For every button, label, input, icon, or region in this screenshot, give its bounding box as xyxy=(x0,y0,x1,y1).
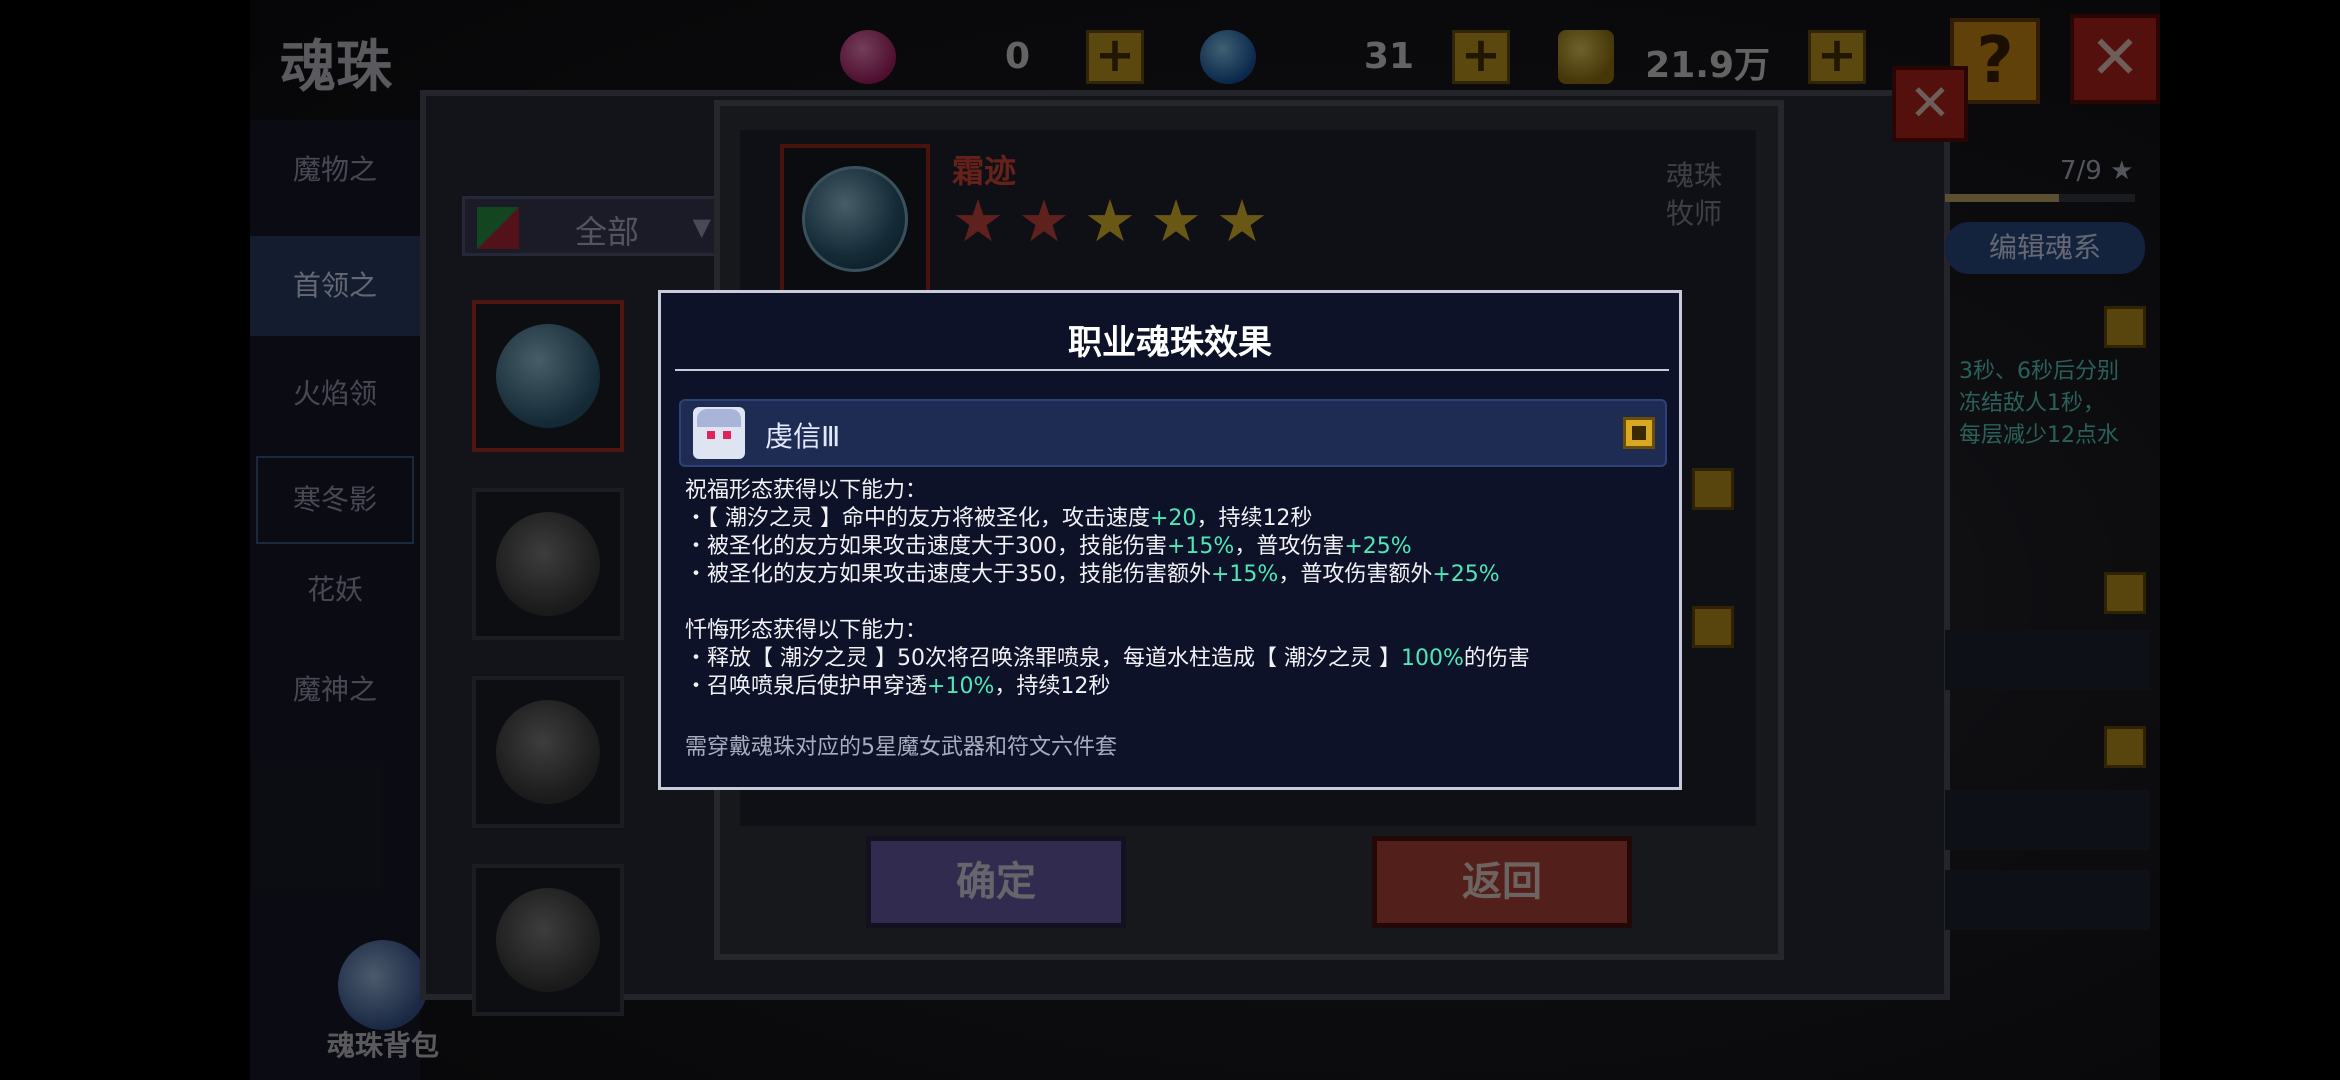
effect-text: ，普攻伤害 xyxy=(1234,534,1345,559)
info-box xyxy=(1945,790,2150,850)
effect-line: 冻结敌人1秒， xyxy=(1959,391,2105,416)
sidebar-item-selected[interactable]: 首领之 xyxy=(250,236,420,336)
category-sidebar: 魔物之 首领之 火焰领 寒冬影 花妖 魔神之 xyxy=(250,120,420,1080)
filter-color-icon xyxy=(477,207,519,249)
sidebar-item[interactable]: 火焰领 xyxy=(250,344,420,444)
effect-line: ・被圣化的友方如果攻击速度大于300，技能伤害+15%，普攻伤害+25% xyxy=(685,533,1665,561)
star-icon: ★ xyxy=(1216,187,1268,255)
effect-text: ・被圣化的友方如果攻击速度大于300，技能伤害 xyxy=(685,534,1167,559)
soul-slot[interactable] xyxy=(472,676,624,828)
add-blue-gem-button[interactable]: + xyxy=(1452,30,1510,84)
gold-coin-icon xyxy=(1558,30,1614,84)
effect-text: ，普攻伤害额外 xyxy=(1278,562,1433,587)
avatar xyxy=(693,407,745,459)
effect-name: 虔信Ⅲ xyxy=(765,420,841,453)
add-pink-gem-button[interactable]: + xyxy=(1086,30,1144,84)
soul-slot[interactable] xyxy=(472,864,624,1016)
sidebar-item[interactable]: 魔物之 xyxy=(250,120,420,220)
close-button[interactable]: ✕ xyxy=(2070,14,2160,104)
soul-name: 霜迹 xyxy=(952,152,1017,190)
add-gold-button[interactable]: + xyxy=(1808,30,1866,84)
section-lines: ・【 潮汐之灵 】命中的友方将被圣化，攻击速度+20，持续12秒 ・被圣化的友方如… xyxy=(685,505,1665,589)
soul-bag-icon xyxy=(338,940,428,1030)
filter-label: 全部 xyxy=(575,213,640,251)
currency-value: 21.9万 xyxy=(1645,45,1770,86)
highlight-value: +25% xyxy=(1432,562,1500,587)
currency-blue: 31 + xyxy=(1190,30,1510,84)
highlight-value: +20 xyxy=(1150,506,1197,531)
sidebar-item[interactable]: 花妖 xyxy=(250,540,420,640)
back-button[interactable]: 返回 xyxy=(1372,836,1632,928)
highlight-value: +15% xyxy=(1167,534,1235,559)
lock-icon xyxy=(1692,606,1734,648)
filter-dropdown[interactable]: 全部 ▼ xyxy=(462,196,724,256)
soul-orb-icon xyxy=(496,700,600,804)
section-title: 忏悔形态获得以下能力： xyxy=(685,618,928,643)
effect-text: ・召唤喷泉后使护甲穿透 xyxy=(685,674,928,699)
edit-soul-system-button[interactable]: 编辑魂系 xyxy=(1945,222,2145,274)
effect-header: 虔信Ⅲ xyxy=(679,399,1667,467)
soul-type: 魂珠 xyxy=(1666,159,1723,192)
effect-text: ・【 潮汐之灵 】命中的友方将被圣化，攻击速度 xyxy=(685,506,1150,531)
star-icon: ★ xyxy=(1018,187,1070,255)
soul-orb-icon xyxy=(496,324,600,428)
soul-orb-icon xyxy=(802,166,908,272)
effect-text: 3秒、6秒后分别 冻结敌人1秒， 每层减少12点水 xyxy=(1959,356,2119,452)
effect-line: ・被圣化的友方如果攻击速度大于350，技能伤害额外+15%，普攻伤害额外+25% xyxy=(685,561,1665,589)
section-title: 祝福形态获得以下能力： xyxy=(685,478,928,503)
highlight-value: 100% xyxy=(1400,646,1464,671)
effect-text: ，持续12秒 xyxy=(994,674,1111,699)
currency-gold: 21.9万 + xyxy=(1556,30,1866,86)
effect-line: 每层减少12点水 xyxy=(1959,423,2119,448)
effect-line: 3秒、6秒后分别 xyxy=(1959,359,2119,384)
lock-icon xyxy=(2104,306,2146,348)
star-progress: 7/9 ★ xyxy=(2060,156,2134,186)
effect-text: ・释放【 潮汐之灵 】50次将召唤涤罪喷泉，每道水柱造成【 潮汐之灵 】 xyxy=(685,646,1401,671)
currency-value: 31 xyxy=(1363,36,1414,77)
soul-slot[interactable] xyxy=(472,300,624,452)
dialog-title: 职业魂珠效果 xyxy=(1068,323,1272,363)
soul-bag-label: 魂珠背包 xyxy=(326,1029,439,1062)
lock-icon xyxy=(1692,468,1734,510)
star-icon: ★ xyxy=(1084,187,1136,255)
highlight-value: +15% xyxy=(1211,562,1279,587)
highlight-value: +10% xyxy=(927,674,995,699)
requirement-note: 需穿戴魂珠对应的5星魔女武器和符文六件套 xyxy=(685,735,1117,760)
divider xyxy=(675,369,1669,371)
info-box xyxy=(1945,630,2150,690)
effect-line: ・召唤喷泉后使护甲穿透+10%，持续12秒 xyxy=(685,673,1665,701)
effect-line: ・释放【 潮汐之灵 】50次将召唤涤罪喷泉，每道水柱造成【 潮汐之灵 】100%… xyxy=(685,645,1665,673)
effect-text: ・被圣化的友方如果攻击速度大于350，技能伤害额外 xyxy=(685,562,1211,587)
star-icon: ★ xyxy=(952,187,1004,255)
star-icon: ★ xyxy=(1150,187,1202,255)
lock-icon xyxy=(2104,726,2146,768)
sidebar-item[interactable]: 寒冬影 xyxy=(250,450,420,550)
blue-gem-icon xyxy=(1200,30,1256,84)
progress-bar xyxy=(1945,194,2135,202)
lock-icon xyxy=(2104,572,2146,614)
section-lines: ・释放【 潮汐之灵 】50次将召唤涤罪喷泉，每道水柱造成【 潮汐之灵 】100%… xyxy=(685,645,1665,701)
effect-text: 的伤害 xyxy=(1463,646,1530,671)
effect-text: ，持续12秒 xyxy=(1196,506,1313,531)
sidebar-item[interactable]: 魔神之 xyxy=(250,640,420,740)
close-detail-button[interactable]: ✕ xyxy=(1892,66,1968,142)
soul-orb-frame xyxy=(780,144,930,294)
highlight-value: +25% xyxy=(1344,534,1412,559)
confirm-button[interactable]: 确定 xyxy=(866,836,1126,928)
currency-value: 0 xyxy=(1004,36,1030,77)
chevron-down-icon: ▼ xyxy=(692,213,711,241)
effect-line: ・【 潮汐之灵 】命中的友方将被圣化，攻击速度+20，持续12秒 xyxy=(685,505,1665,533)
currency-pink: 0 + xyxy=(830,30,1144,84)
soul-slot[interactable] xyxy=(472,488,624,640)
soul-orb-icon xyxy=(496,888,600,992)
soul-effect-dialog: 职业魂珠效果 虔信Ⅲ 祝福形态获得以下能力： ・【 潮汐之灵 】命中的友方将被圣… xyxy=(658,290,1682,790)
lock-icon xyxy=(1623,417,1655,449)
soul-class: 牧师 xyxy=(1666,197,1723,230)
info-box xyxy=(1945,870,2150,930)
soul-orb-icon xyxy=(496,512,600,616)
effect-description: 祝福形态获得以下能力： ・【 潮汐之灵 】命中的友方将被圣化，攻击速度+20，持… xyxy=(685,477,1665,701)
